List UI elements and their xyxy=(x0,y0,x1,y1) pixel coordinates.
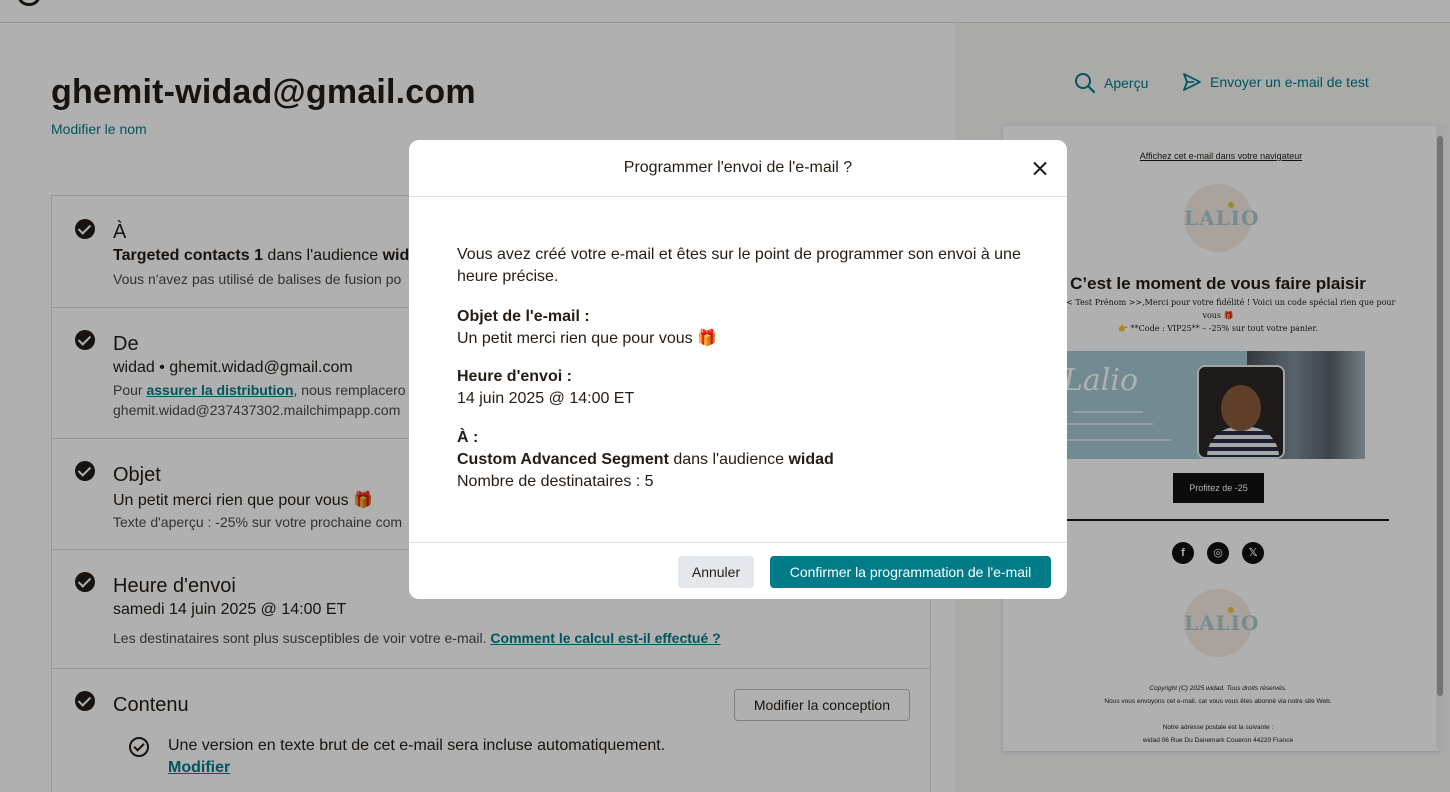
time-section: Heure d'envoi : 14 juin 2025 @ 14:00 ET xyxy=(457,366,634,410)
subject-label: Objet de l'e-mail : xyxy=(457,308,590,325)
segment-name: Custom Advanced Segment xyxy=(457,451,669,468)
confirm-schedule-button[interactable]: Confirmer la programmation de l'e-mail xyxy=(770,556,1051,588)
close-icon[interactable] xyxy=(1029,158,1051,180)
audience-name: widad xyxy=(788,451,834,468)
cancel-button[interactable]: Annuler xyxy=(678,556,754,588)
to-label: À : xyxy=(457,429,479,446)
dialog-footer: Annuler Confirmer la programmation de l'… xyxy=(409,542,1067,599)
dialog-title: Programmer l'envoi de l'e-mail ? xyxy=(623,159,853,176)
dialog-header: Programmer l'envoi de l'e-mail ? xyxy=(409,140,1067,197)
recipient-count: Nombre de destinataires : 5 xyxy=(457,473,654,490)
time-label: Heure d'envoi : xyxy=(457,368,572,385)
schedule-dialog: Programmer l'envoi de l'e-mail ? Vous av… xyxy=(409,140,1067,599)
subject-section: Objet de l'e-mail : Un petit merci rien … xyxy=(457,306,717,350)
audience-text: dans l'audience xyxy=(668,451,789,468)
subject-value: Un petit merci rien que pour vous 🎁 xyxy=(457,330,718,347)
recipients-section: À : Custom Advanced Segment dans l'audie… xyxy=(457,427,834,493)
dialog-intro: Vous avez créé votre e-mail et êtes sur … xyxy=(457,246,1021,285)
time-value: 14 juin 2025 @ 14:00 ET xyxy=(457,390,635,407)
